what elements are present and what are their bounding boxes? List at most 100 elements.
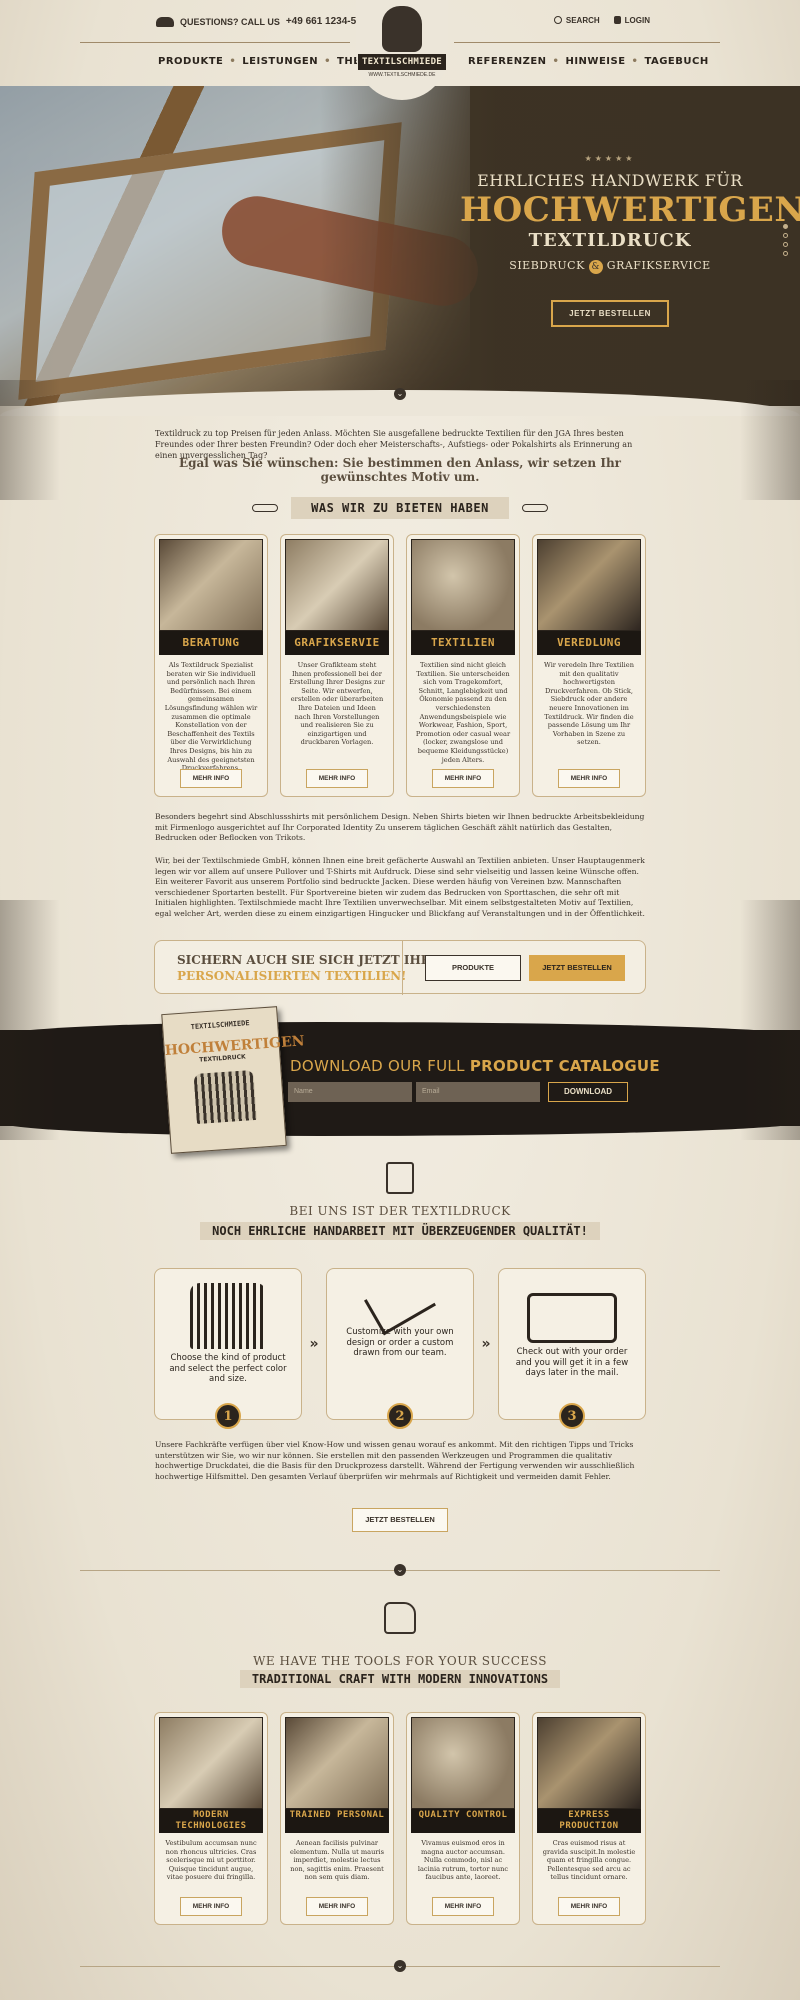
login-label: LOGIN [624, 16, 650, 25]
scroll-down-icon[interactable]: ⌄ [394, 1564, 406, 1576]
slider-dot[interactable] [783, 242, 788, 247]
nav-item-leistungen[interactable]: LEISTUNGEN [242, 56, 318, 67]
body-paragraph: Besonders begehrt sind Abschlussshirts m… [155, 812, 645, 842]
email-field[interactable]: Email [416, 1082, 540, 1102]
catalogue-title-b: PRODUCT CATALOGUE [469, 1057, 660, 1075]
card-text: Wir veredeln Ihre Textilien mit den qual… [544, 661, 634, 747]
step-number: 2 [386, 1403, 413, 1429]
offer-title: WAS WIR ZU BIETEN HABEN [291, 497, 509, 519]
step-text: Choose the kind of product and select th… [169, 1353, 287, 1384]
download-button[interactable]: DOWNLOAD [548, 1082, 628, 1102]
lock-icon [613, 16, 621, 24]
page: QUESTIONS? CALL US +49 661 1234-567 SEAR… [0, 0, 800, 2000]
products-button[interactable]: PRODUKTE [425, 955, 521, 981]
process-steps: Choose the kind of product and select th… [154, 1268, 646, 1429]
double-chevron-icon: » [309, 1336, 319, 1352]
card-text: Vestibulum accumsan nunc non rhoncus ult… [165, 1839, 257, 1882]
nav-item-hinweise[interactable]: HINWEISE [565, 56, 625, 67]
more-info-button[interactable]: MEHR INFO [305, 769, 369, 788]
order-button[interactable]: JETZT BESTELLEN [352, 1508, 448, 1532]
search-link[interactable]: SEARCH [553, 16, 600, 25]
more-info-button[interactable]: MEHR INFO [305, 1897, 369, 1916]
more-info-button[interactable]: MEHR INFO [431, 769, 495, 788]
divider-arrow [383, 941, 403, 995]
card-text: Vivamus euismod eros in magna auctor acc… [417, 1839, 509, 1882]
card-title: TRAINED PERSONAL [285, 1809, 389, 1833]
nav-item-produkte[interactable]: PRODUKTE [158, 56, 223, 67]
step-text: Customize with your own design or order … [346, 1327, 454, 1358]
catalogue-band [0, 1030, 800, 1126]
slider-dot[interactable] [783, 224, 788, 229]
nav-item-tagebuch[interactable]: TAGEBUCH [644, 56, 708, 67]
process-subheading: NOCH EHRLICHE HANDARBEIT MIT ÜBERZEUGEND… [0, 1220, 800, 1240]
logo-url: WWW.TEXTILSCHMIEDE.DE [368, 72, 436, 78]
card-title: VEREDLUNG [537, 631, 641, 655]
pointing-hand-icon [521, 503, 548, 512]
tools-heading: WE HAVE THE TOOLS FOR YOUR SUCCESS [253, 1654, 547, 1668]
ampersand-icon: & [588, 260, 603, 274]
intro-strong: Egal was Sie wünschen: Sie bestimmen den… [178, 456, 621, 484]
delivery-truck-icon [526, 1293, 617, 1343]
slider-dot[interactable] [783, 233, 788, 238]
more-info-button[interactable]: MEHR INFO [179, 1897, 243, 1916]
hero-order-button[interactable]: JETZT BESTELLEN [551, 300, 669, 327]
search-icon [553, 16, 562, 24]
feature-card: TRAINED PERSONAL Aenean facilisis pulvin… [280, 1712, 394, 1925]
divider [80, 42, 350, 43]
card-text: Cras euismod risus at gravida suscipit.I… [542, 1839, 636, 1882]
hero-line1: EHRLICHES HANDWERK FÜR [477, 171, 743, 190]
card-title: BERATUNG [159, 631, 263, 655]
more-info-button[interactable]: MEHR INFO [431, 1897, 495, 1916]
drawing-hand-icon [364, 1270, 436, 1336]
divider [454, 42, 720, 43]
phone-contact[interactable]: QUESTIONS? CALL US +49 661 1234-567 [156, 16, 367, 27]
feature-card: EXPRESS PRODUCTION Cras euismod risus at… [532, 1712, 646, 1925]
step-number: 1 [215, 1403, 241, 1429]
card-text: Textilien sind nicht gleich Textilien. S… [415, 661, 511, 764]
header: QUESTIONS? CALL US +49 661 1234-567 SEAR… [0, 0, 800, 100]
cta-line2: PERSONALISIERTEN TEXTILIEN! [177, 969, 407, 983]
tools-cards: MODERN TECHNOLOGIES Vestibulum accumsan … [154, 1712, 646, 1925]
catalogue-book-image: TEXTILSCHMIEDE HOCHWERTIGEN TEXTILDRUCK [161, 1006, 305, 1154]
scroll-down-icon[interactable]: ⌄ [394, 1960, 406, 1972]
hero-line2: HOCHWERTIGEN [460, 190, 800, 230]
scroll-down-icon[interactable]: ⌄ [394, 388, 406, 400]
catalogue-title: DOWNLOAD OUR FULL PRODUCT CATALOGUE [290, 1057, 660, 1075]
catalogue-title-a: DOWNLOAD OUR FULL [290, 1057, 470, 1075]
card-text: Aenean facilisis pulvinar elementum. Nul… [290, 1839, 384, 1882]
card-image [411, 539, 515, 631]
name-field[interactable]: Name [288, 1082, 412, 1102]
login-link[interactable]: LOGIN [613, 16, 650, 25]
card-text: Unser Grafikteam steht Ihnen professione… [289, 661, 385, 747]
step-text: Check out with your order and you will g… [515, 1347, 629, 1378]
craftsman-logo-icon [382, 6, 422, 52]
more-info-button[interactable]: MEHR INFO [557, 769, 621, 788]
order-button[interactable]: JETZT BESTELLEN [529, 955, 625, 981]
card-image [159, 539, 263, 631]
main-nav-right: REFERENZEN • HINWEISE • TAGEBUCH [468, 56, 709, 67]
card-title: GRAFIKSERVIE [285, 631, 389, 655]
more-info-button[interactable]: MEHR INFO [557, 1897, 621, 1916]
more-info-button[interactable]: MEHR INFO [179, 769, 243, 788]
slider-dot[interactable] [783, 251, 788, 256]
card-title: TEXTILIEN [411, 631, 515, 655]
thumbs-up-icon [384, 1602, 416, 1634]
feature-card: MODERN TECHNOLOGIES Vestibulum accumsan … [154, 1712, 268, 1925]
card-image [537, 539, 641, 631]
card-image [411, 1717, 515, 1809]
nav-item-referenzen[interactable]: REFERENZEN [468, 56, 547, 67]
card-image [159, 1717, 263, 1809]
feature-card: QUALITY CONTROL Vivamus euismod eros in … [406, 1712, 520, 1925]
phone-icon [156, 16, 174, 27]
site-logo[interactable]: TEXTILSCHMIEDE WWW.TEXTILSCHMIEDE.DE [356, 0, 448, 100]
shirt-icon [193, 1069, 257, 1124]
card-title: MODERN TECHNOLOGIES [159, 1809, 263, 1833]
process-heading: BEI UNS IST DER TEXTILDRUCK [289, 1204, 511, 1218]
card-image [285, 1717, 389, 1809]
phone-label: QUESTIONS? CALL US [180, 16, 280, 27]
slider-dots [783, 224, 788, 256]
process-paragraph: Unsere Fachkräfte verfügen über viel Kno… [155, 1440, 635, 1481]
hero-line4: SIEBDRUCK & GRAFIKSERVICE [460, 259, 760, 274]
offer-heading: WAS WIR ZU BIETEN HABEN [0, 497, 800, 519]
pointing-hand-icon [252, 503, 279, 512]
